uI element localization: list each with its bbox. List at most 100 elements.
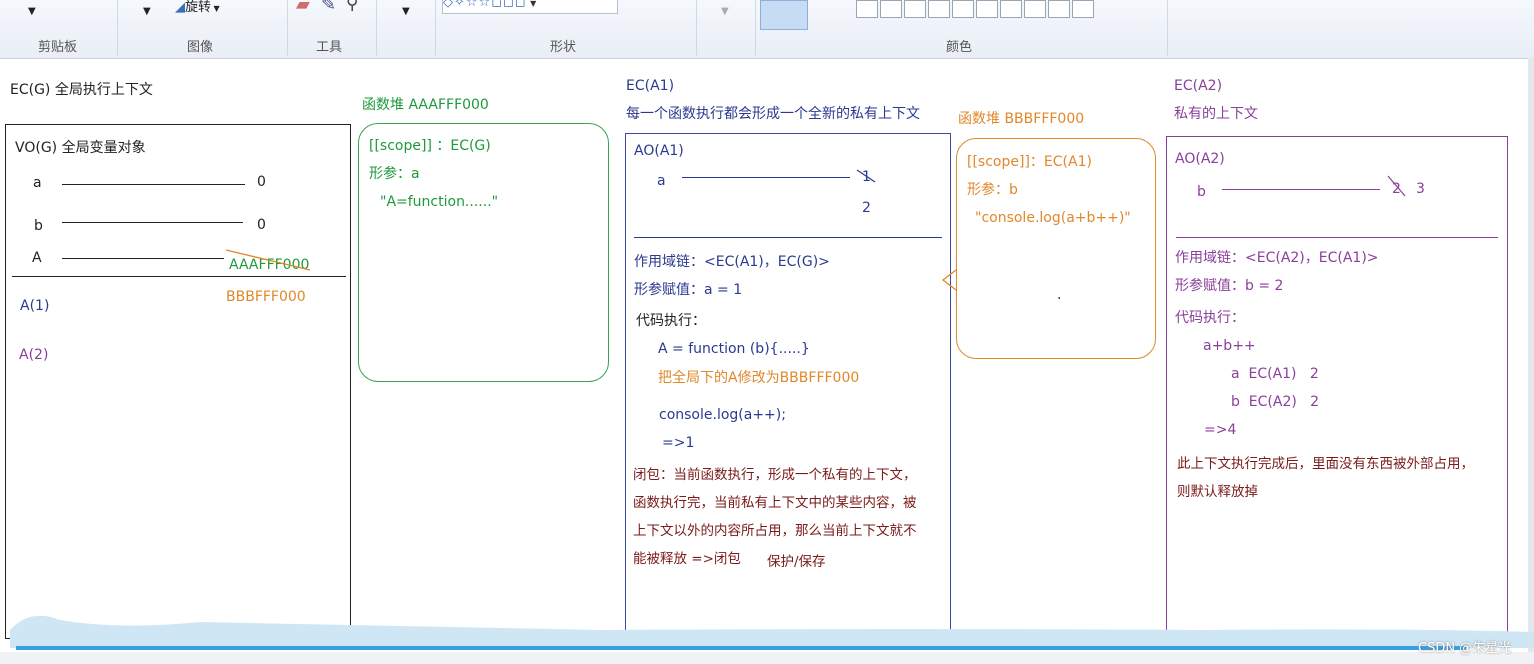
ao-a2-var-line	[1222, 189, 1380, 190]
heap-a-code: "A=function......"	[380, 194, 499, 210]
rotate-icon: ◢	[175, 0, 185, 15]
heap-b-param: 形参：b	[967, 182, 1018, 198]
ec-a2-code-exec: 代码执行：	[1175, 310, 1245, 326]
color-picker-icon[interactable]: ✎	[321, 0, 336, 15]
ec-a1-title: EC(A1)	[626, 78, 675, 94]
var-b-name: b	[34, 218, 43, 234]
global-vo-box	[5, 124, 351, 639]
strike-mark	[1387, 175, 1406, 197]
bottom-progress-bar	[16, 646, 1466, 650]
ec-a2-note-line-1: 此上下文执行完成后，里面没有东西被外部占用，	[1177, 456, 1474, 472]
drawing-canvas[interactable]: EC(G) 全局执行上下文 VO(G) 全局变量对象 a 0 b 0 A AAA…	[0, 64, 1528, 649]
heap-a-title: 函数堆 AAAFFF000	[362, 97, 489, 113]
ec-a2-title: EC(A2)	[1174, 78, 1223, 94]
group-separator	[376, 0, 377, 56]
group-separator	[287, 0, 288, 56]
color-swatch[interactable]	[1048, 0, 1070, 18]
ec-a1-code-line4: =>1	[662, 435, 695, 451]
group-label-clipboard: 剪贴板	[38, 40, 78, 55]
heap-a-scope: [[scope]] ：EC(G)	[369, 138, 491, 154]
var-A-name: A	[32, 250, 42, 266]
color-swatch[interactable]	[976, 0, 998, 18]
ec-a2-param-assign: 形参赋值：b = 2	[1175, 278, 1284, 294]
chevron-down-icon[interactable]: ▼	[527, 0, 538, 8]
ec-a1-param-assign: 形参赋值：a = 1	[634, 282, 743, 298]
closure-protect: 保护/保存	[767, 554, 826, 570]
stack-item-a1: A(1)	[20, 298, 50, 314]
select-dropdown-icon[interactable]: ▼	[143, 6, 151, 17]
group-separator	[435, 0, 436, 56]
paste-dropdown-icon[interactable]: ▼	[28, 6, 36, 17]
color-swatch[interactable]	[1072, 0, 1094, 18]
strike-mark	[856, 169, 876, 183]
ec-a1-code-exec: 代码执行：	[636, 313, 706, 329]
color1-selected-swatch[interactable]	[760, 0, 808, 30]
closure-line-4: 能被释放 =>闭包	[633, 551, 741, 567]
var-A-new-value: BBBFFF000	[226, 289, 306, 305]
chevron-down-icon: ▼	[211, 4, 220, 13]
color-swatch[interactable]	[952, 0, 974, 18]
color-swatch[interactable]	[1024, 0, 1046, 18]
vertical-scrollbar[interactable]	[1528, 58, 1534, 658]
ao-a2-title: AO(A2)	[1175, 151, 1225, 167]
ec-a1-code-line1: A = function (b){.....}	[658, 341, 810, 357]
rotate-label: 旋转	[185, 0, 212, 15]
eraser-icon[interactable]: ▰	[296, 0, 310, 15]
group-label-shapes: 形状	[550, 40, 577, 55]
ec-a2-line-b: b EC(A2) 2	[1231, 394, 1320, 410]
ec-a2-result: =>4	[1204, 422, 1237, 438]
var-b-line	[62, 222, 243, 223]
color-swatch[interactable]	[856, 0, 878, 18]
ec-a1-code-line3: console.log(a++);	[659, 407, 786, 423]
bottom-strip	[0, 652, 1534, 664]
vo-title: VO(G) 全局变量对象	[15, 140, 146, 156]
ec-a2-subtitle: 私有的上下文	[1174, 106, 1258, 122]
ec-a2-expr: a+b++	[1203, 338, 1256, 354]
ribbon-toolbar: ▼ 剪贴板 ▼ ◢旋转 ▼ 图像 ▰ ✎ ⚲ 工具 ▼ ◇✧☆☆◻◻◻ ▼ 形状…	[0, 0, 1534, 59]
ec-a2-note-line-2: 则默认释放掉	[1177, 484, 1258, 500]
stack-item-a2: A(2)	[19, 347, 49, 363]
vo-stack-divider	[12, 276, 346, 277]
var-a-name: a	[33, 175, 42, 191]
ec-a1-scope-chain: 作用域链：<EC(A1)，EC(G)>	[634, 254, 830, 270]
bottom-wave-decoration	[10, 615, 1534, 648]
magnifier-icon[interactable]: ⚲	[346, 0, 358, 14]
shapes-gallery[interactable]: ◇✧☆☆◻◻◻ ▼	[442, 0, 618, 14]
ao-a1-var-name: a	[657, 173, 666, 189]
outline-dropdown-icon[interactable]: ▼	[721, 6, 729, 17]
group-separator	[1167, 0, 1168, 56]
heap-b-code: "console.log(a+b++)"	[975, 210, 1131, 226]
group-label-tools: 工具	[316, 40, 343, 55]
group-separator	[117, 0, 118, 56]
global-ec-title: EC(G) 全局执行上下文	[10, 82, 153, 98]
closure-line-3: 上下文以外的内容所占用，那么当前上下文就不	[633, 523, 917, 539]
pointer-arrow-icon	[941, 269, 957, 291]
heap-b-box	[956, 138, 1156, 359]
ao-a2-var-name: b	[1197, 184, 1206, 200]
color-swatch[interactable]	[1000, 0, 1022, 18]
color-swatch[interactable]	[880, 0, 902, 18]
heap-b-title: 函数堆 BBBFFF000	[958, 111, 1085, 127]
color-swatch[interactable]	[904, 0, 926, 18]
group-separator	[696, 0, 697, 56]
closure-line-2: 函数执行完，当前私有上下文中的某些内容，被	[633, 495, 917, 511]
ao-a1-title: AO(A1)	[634, 143, 684, 159]
rotate-button[interactable]: ◢旋转 ▼	[175, 0, 220, 15]
shape-icons: ◇✧☆☆◻◻◻	[443, 0, 527, 10]
heap-b-dot: .	[1057, 287, 1062, 303]
size-dropdown-icon[interactable]: ▼	[402, 6, 410, 17]
heap-b-scope: [[scope]]：EC(A1)	[967, 154, 1092, 170]
color-swatch[interactable]	[928, 0, 950, 18]
strike-mark	[225, 249, 311, 271]
var-a-line	[62, 184, 245, 185]
ao-a1-new-value: 2	[862, 200, 871, 216]
ec-a1-code-line2: 把全局下的A修改为BBBFFF000	[658, 370, 860, 386]
ao-a1-var-line	[682, 177, 850, 178]
group-label-colors: 颜色	[946, 40, 973, 55]
group-label-image: 图像	[187, 40, 214, 55]
var-A-line	[62, 258, 224, 259]
ao-a2-divider	[1176, 237, 1498, 238]
ec-a2-line-a: a EC(A1) 2	[1231, 366, 1319, 382]
heap-a-box	[358, 123, 609, 382]
heap-a-param: 形参：a	[369, 166, 420, 182]
